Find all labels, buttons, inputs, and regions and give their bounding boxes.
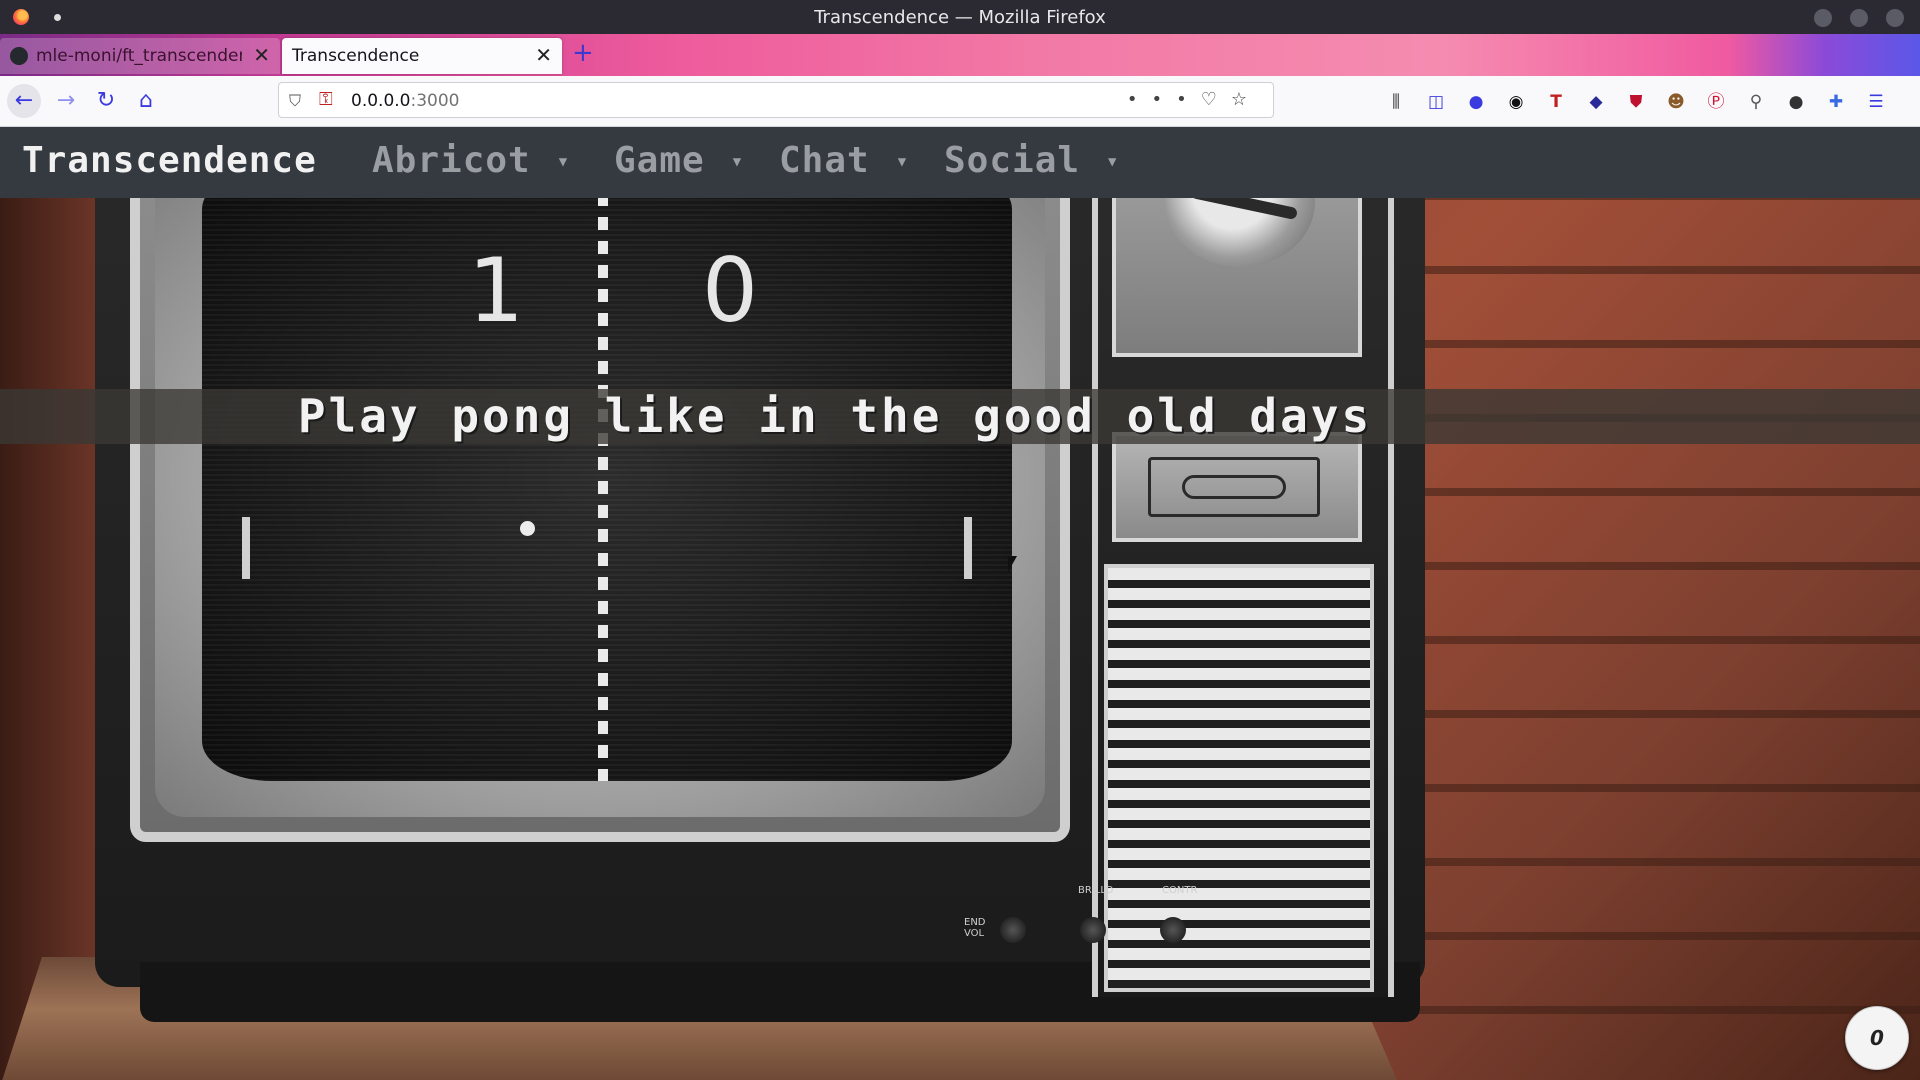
tracking-shield-icon[interactable]: ⛉ — [289, 91, 301, 111]
back-arrow-icon[interactable]: ← — [7, 84, 41, 118]
close-tab-icon[interactable]: ✕ — [253, 43, 270, 67]
dropdown-caret-icon: ▼ — [1108, 154, 1118, 170]
paddle-right — [964, 517, 972, 579]
translate-icon[interactable]: T — [1544, 90, 1568, 114]
forward-arrow-icon[interactable]: → — [49, 84, 83, 118]
minimize-button[interactable] — [1814, 9, 1832, 27]
tv-knob-right — [1160, 917, 1186, 943]
library-icon[interactable]: ⫼ — [1384, 90, 1408, 114]
menu-game[interactable]: Game ▼ — [614, 140, 742, 181]
app-navbar: Transcendence Abricot ▼ Game ▼ Chat ▼ Socia… — [0, 127, 1920, 198]
reload-icon[interactable]: ↻ — [89, 84, 123, 118]
brand-link[interactable]: Transcendence — [22, 140, 317, 181]
extension-diamond-icon[interactable]: ◆ — [1584, 90, 1608, 114]
url-host: 0.0.0.0 — [351, 91, 411, 111]
sidebar-icon[interactable]: ◫ — [1424, 90, 1448, 114]
home-icon[interactable]: ⌂ — [129, 84, 163, 118]
dropdown-caret-icon: ▼ — [897, 154, 908, 170]
more-actions-icon[interactable]: ••• — [1127, 89, 1201, 110]
url-port: :3000 — [410, 91, 460, 111]
window-title: Transcendence — Mozilla Firefox — [814, 7, 1106, 28]
bookmark-star-icon[interactable]: ☆ — [1231, 89, 1261, 110]
account-icon[interactable]: ● — [1464, 90, 1488, 114]
address-bar[interactable]: ⛉ ⚿ 0.0.0.0:3000 •••♡☆ — [278, 82, 1274, 118]
tv-speaker-grille — [1104, 564, 1374, 992]
extensions-icon[interactable]: ✚ — [1824, 90, 1848, 114]
ublock-icon[interactable]: ⛊ — [1624, 90, 1648, 114]
score-left: 1 — [468, 239, 524, 342]
window-titlebar: Transcendence — Mozilla Firefox — [0, 0, 1920, 34]
new-tab-plus-icon[interactable]: + — [572, 38, 594, 68]
mouse-cursor-icon — [1008, 556, 1017, 572]
background-left-shade — [0, 127, 100, 1080]
hero-text: Play pong like in the good old days — [297, 389, 1373, 443]
pocket-icon[interactable]: ♡ — [1201, 89, 1231, 110]
score-right: 0 — [702, 239, 758, 342]
pong-screen: 1 0 — [202, 169, 1012, 781]
tv-knob-label-middle: BRILLO — [1078, 885, 1114, 896]
github-icon — [10, 47, 28, 65]
tab-label: Transcendence — [292, 46, 420, 66]
dropdown-caret-icon: ▼ — [558, 154, 569, 170]
tab-label: mle-moni/ft_transcendence — [36, 46, 242, 66]
dropdown-caret-icon: ▼ — [732, 154, 743, 170]
tab-github[interactable]: mle-moni/ft_transcendence ✕ — [0, 38, 280, 74]
page-actions: •••♡☆ — [1127, 89, 1261, 110]
menu-label: Game — [614, 140, 705, 181]
pinterest-icon[interactable]: Ⓟ — [1704, 90, 1728, 114]
keyhole-icon[interactable]: ⚲ — [1744, 90, 1768, 114]
tab-strip: mle-moni/ft_transcendence ✕ Transcendenc… — [0, 34, 1920, 76]
tv-knob-left — [1000, 917, 1026, 943]
dark-mode-icon[interactable]: ● — [1784, 90, 1808, 114]
hamburger-menu-icon[interactable]: ☰ — [1864, 90, 1888, 114]
page-viewport: 1 0 END VOL BRILLO CONTR Transcendence A… — [0, 127, 1920, 1080]
maximize-button[interactable] — [1850, 9, 1868, 27]
tv-knob-label-right: CONTR — [1162, 885, 1198, 896]
paddle-left — [242, 517, 250, 579]
tampermonkey-icon[interactable]: ☻ — [1664, 90, 1688, 114]
menu-label: Chat — [779, 140, 870, 181]
tv-slot-inner — [1182, 475, 1286, 499]
menu-label: Abricot — [372, 140, 531, 181]
insecure-lock-icon[interactable]: ⚿ — [319, 89, 333, 110]
pong-ball — [520, 521, 535, 536]
url-text[interactable]: 0.0.0.0:3000 — [351, 91, 459, 111]
menu-chat[interactable]: Chat ▼ — [779, 140, 907, 181]
tv-knob-label-left: END VOL — [964, 917, 986, 939]
notification-badge-button[interactable]: 0 — [1845, 1006, 1909, 1070]
tab-transcendence[interactable]: Transcendence ✕ — [282, 38, 562, 74]
menu-abricot[interactable]: Abricot ▼ — [372, 140, 568, 181]
hero-banner: Play pong like in the good old days — [0, 389, 1920, 444]
wappalyzer-icon[interactable]: ◉ — [1504, 90, 1528, 114]
pong-net — [598, 169, 608, 781]
close-tab-icon[interactable]: ✕ — [535, 43, 552, 67]
menu-label: Social — [944, 140, 1081, 181]
menu-social[interactable]: Social ▼ — [944, 140, 1117, 181]
close-window-button[interactable] — [1886, 9, 1904, 27]
tv-knob-middle — [1080, 917, 1106, 943]
